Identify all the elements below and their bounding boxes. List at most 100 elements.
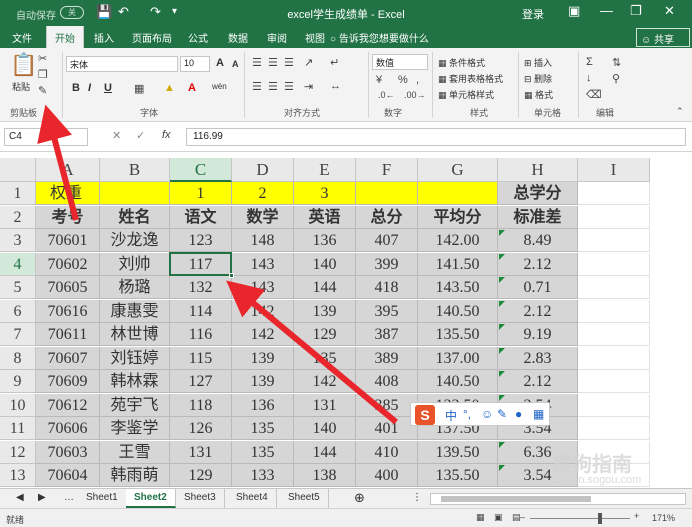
cell-i8[interactable] [578, 346, 650, 370]
cell-a8[interactable]: 70607 [36, 346, 100, 370]
cell-f6[interactable]: 395 [356, 299, 418, 323]
cell-a10[interactable]: 70612 [36, 393, 100, 417]
row-header-5[interactable]: 5 [0, 276, 36, 299]
error-indicator-icon[interactable] [499, 300, 505, 307]
align-center-icon[interactable]: ☰ [268, 80, 278, 93]
number-format-select[interactable]: 数值 [372, 54, 428, 70]
cell-g2[interactable]: 平均分 [418, 205, 498, 229]
cell-a9[interactable]: 70609 [36, 370, 100, 393]
cell-c2[interactable]: 语文 [170, 205, 232, 229]
cell-b1[interactable] [100, 182, 170, 205]
merge-center-icon[interactable]: ↔ [330, 80, 341, 92]
row-header-3[interactable]: 3 [0, 229, 36, 252]
ribbon-display-icon[interactable]: ▣ [568, 3, 580, 19]
cell-b12[interactable]: 王雪 [100, 440, 170, 464]
font-color-button[interactable]: A [188, 82, 196, 94]
close-icon[interactable]: ✕ [664, 3, 675, 19]
zoom-level[interactable]: 171% [652, 513, 675, 523]
cell-g1[interactable] [418, 182, 498, 205]
normal-view-icon[interactable]: ▦ [476, 512, 485, 523]
sheet-tab-sheet5[interactable]: Sheet5 [280, 489, 329, 508]
bold-button[interactable]: B [72, 82, 80, 94]
cell-c3[interactable]: 123 [170, 229, 232, 252]
zoom-out-icon[interactable]: – [520, 512, 525, 522]
cell-i9[interactable] [578, 370, 650, 393]
find-select-icon[interactable]: ⚲ [612, 72, 620, 85]
align-top-icon[interactable]: ☰ [252, 56, 262, 69]
cell-g3[interactable]: 142.00 [418, 229, 498, 252]
cell-e4[interactable]: 140 [294, 252, 356, 276]
cell-a2[interactable]: 考号 [36, 205, 100, 229]
cell-f12[interactable]: 410 [356, 440, 418, 464]
row-header-6[interactable]: 6 [0, 299, 36, 323]
cell-d9[interactable]: 139 [232, 370, 294, 393]
mic-icon[interactable]: ● [515, 407, 522, 421]
cell-f3[interactable]: 407 [356, 229, 418, 252]
orientation-icon[interactable]: ↗ [304, 56, 313, 69]
clear-icon[interactable]: ⌫ [586, 88, 602, 101]
cell-h4[interactable]: 2.12 [498, 252, 578, 276]
phonetic-button[interactable]: wén [212, 82, 227, 91]
login-link[interactable]: 登录 [522, 6, 544, 22]
error-indicator-icon[interactable] [499, 324, 505, 330]
cell-i6[interactable] [578, 299, 650, 323]
insert-function-button[interactable]: fx [162, 129, 171, 141]
indent-icon[interactable]: ⇥ [304, 80, 313, 93]
formula-input[interactable]: 116.99 [186, 128, 686, 146]
column-header-f[interactable]: F [356, 158, 418, 182]
grow-font-button[interactable]: A [216, 57, 224, 69]
cut-icon[interactable]: ✂ [38, 52, 47, 65]
delete-cells-button[interactable]: ⊟ 删除 [524, 72, 552, 85]
row-header-4[interactable]: 4 [0, 252, 36, 276]
comma-icon[interactable]: , [416, 74, 419, 86]
percent-icon[interactable]: % [398, 74, 408, 86]
wrap-text-icon[interactable]: ↵ [330, 56, 339, 69]
cell-c12[interactable]: 131 [170, 440, 232, 464]
cell-i11[interactable] [578, 417, 650, 440]
cell-d4[interactable]: 143 [232, 252, 294, 276]
cell-g4[interactable]: 141.50 [418, 252, 498, 276]
new-sheet-icon[interactable]: ⊕ [346, 487, 373, 506]
error-indicator-icon[interactable] [499, 277, 505, 283]
cell-h2[interactable]: 标准差 [498, 205, 578, 229]
cell-b6[interactable]: 康惠雯 [100, 299, 170, 323]
format-cells-button[interactable]: ▦ 格式 [524, 88, 553, 101]
cell-b2[interactable]: 姓名 [100, 205, 170, 229]
cell-h9[interactable]: 2.12 [498, 370, 578, 393]
zoom-slider-handle[interactable] [598, 513, 602, 524]
tab-view[interactable]: 视图 [305, 30, 325, 45]
tab-home[interactable]: 开始 [46, 26, 84, 48]
cell-d3[interactable]: 148 [232, 229, 294, 252]
column-header-d[interactable]: D [232, 158, 294, 182]
punctuation-icon[interactable]: °, [463, 407, 471, 421]
fill-handle[interactable] [229, 273, 234, 278]
cell-d5[interactable]: 143 [232, 276, 294, 299]
cell-f13[interactable]: 400 [356, 464, 418, 487]
column-header-c[interactable]: C [170, 158, 232, 182]
sheet-tab-sheet3[interactable]: Sheet3 [176, 489, 225, 508]
cell-a5[interactable]: 70605 [36, 276, 100, 299]
cell-g13[interactable]: 135.50 [418, 464, 498, 487]
column-header-b[interactable]: B [100, 158, 170, 182]
cell-d11[interactable]: 135 [232, 417, 294, 440]
cell-e7[interactable]: 129 [294, 323, 356, 346]
cell-c9[interactable]: 127 [170, 370, 232, 393]
cell-c11[interactable]: 126 [170, 417, 232, 440]
align-left-icon[interactable]: ☰ [252, 80, 262, 93]
cell-b8[interactable]: 刘钰婷 [100, 346, 170, 370]
sheet-tab-sheet1[interactable]: Sheet1 [78, 489, 127, 508]
conditional-format-button[interactable]: ▦ 条件格式 [438, 56, 485, 69]
cell-f8[interactable]: 389 [356, 346, 418, 370]
copy-icon[interactable]: ❐ [38, 68, 48, 81]
cell-a12[interactable]: 70603 [36, 440, 100, 464]
cell-g5[interactable]: 143.50 [418, 276, 498, 299]
cell-h3[interactable]: 8.49 [498, 229, 578, 252]
increase-decimal-icon[interactable]: .0← [378, 90, 395, 100]
cell-d10[interactable]: 136 [232, 393, 294, 417]
cell-b7[interactable]: 林世博 [100, 323, 170, 346]
cell-e10[interactable]: 131 [294, 393, 356, 417]
error-indicator-icon[interactable] [499, 394, 505, 401]
column-header-a[interactable]: A [36, 158, 100, 182]
format-painter-icon[interactable]: ✎ [38, 84, 47, 97]
row-header-13[interactable]: 13 [0, 464, 36, 487]
